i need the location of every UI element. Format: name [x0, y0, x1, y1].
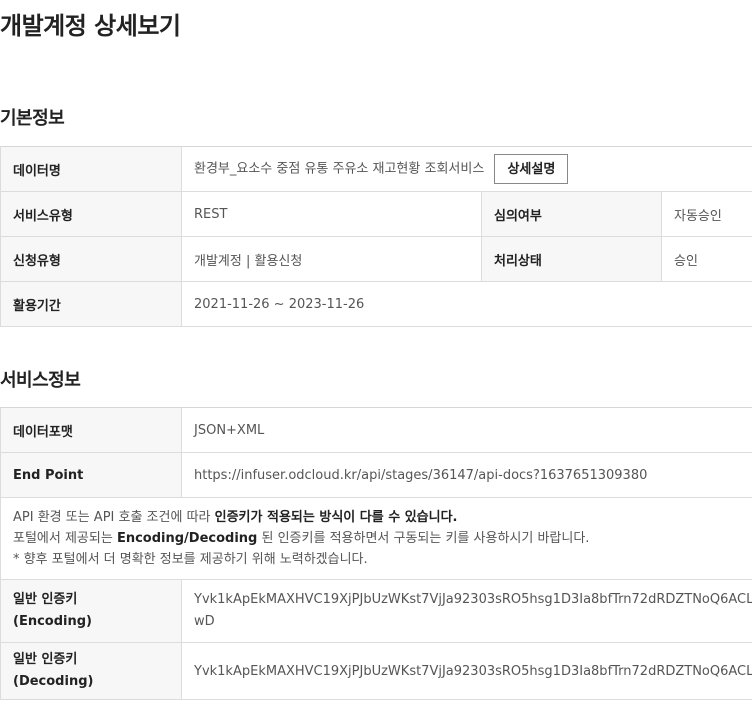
data-name-cell: 환경부_요소수 중점 유통 주유소 재고현황 조회서비스 상세설명 — [180, 146, 752, 192]
format-row: 데이터포맷 JSON+XML — [0, 407, 752, 453]
notice-line-2: 포털에서 제공되는 Encoding/Decoding 된 인증키를 적용하면서… — [13, 531, 590, 546]
endpoint-value[interactable]: https://infuser.odcloud.kr/api/stages/36… — [181, 452, 752, 498]
apply-type-value: 개발계정 | 활용신청 — [181, 236, 482, 282]
notice-line-3: * 향후 포털에서 더 명확한 정보를 제공하기 위해 노력하겠습니다. — [13, 552, 368, 567]
decoding-key-label: 일반 인증키 (Decoding) — [0, 642, 182, 700]
page-title: 개발계정 상세보기 — [0, 12, 181, 40]
encoding-key-row: 일반 인증키 (Encoding) Yvk1kApEkMAXHVC19XjPJb… — [0, 579, 752, 643]
notice-row: API 환경 또는 API 호출 조건에 따라 인증키가 적용되는 방식이 다를… — [0, 497, 752, 580]
encoding-key-value[interactable]: Yvk1kApEkMAXHVC19XjPJbUzWKst7VjJa92303sR… — [181, 579, 752, 643]
endpoint-row: End Point https://infuser.odcloud.kr/api… — [0, 452, 752, 498]
data-name-row: 데이터명 환경부_요소수 중점 유통 주유소 재고현황 조회서비스 상세설명 — [0, 146, 752, 192]
service-info-title: 서비스정보 — [0, 370, 81, 391]
format-label: 데이터포맷 — [0, 407, 182, 453]
data-name-label: 데이터명 — [0, 146, 182, 192]
service-type-label: 서비스유형 — [0, 191, 182, 237]
period-value: 2021-11-26 ~ 2023-11-26 — [180, 281, 752, 327]
notice-bold-2: Encoding/Decoding — [116, 531, 258, 546]
basic-info-table: 데이터명 환경부_요소수 중점 유통 주유소 재고현황 조회서비스 상세설명 서… — [0, 146, 752, 327]
apply-type-row: 신청유형 개발계정 | 활용신청 처리상태 승인 — [0, 236, 752, 282]
basic-info-title: 기본정보 — [0, 108, 65, 129]
status-label: 처리상태 — [481, 236, 662, 282]
period-label: 활용기간 — [0, 281, 182, 327]
notice-bold-1: 인증키가 적용되는 방식이 다를 수 있습니다. — [214, 510, 458, 525]
encoding-key-label: 일반 인증키 (Encoding) — [0, 579, 182, 643]
review-value: 자동승인 — [660, 191, 752, 237]
endpoint-label: End Point — [0, 452, 182, 498]
status-value: 승인 — [660, 236, 752, 282]
service-type-row: 서비스유형 REST 심의여부 자동승인 — [0, 191, 752, 237]
service-info-table: 데이터포맷 JSON+XML End Point https://infuser… — [0, 407, 752, 700]
format-value: JSON+XML — [181, 407, 752, 453]
decoding-key-value[interactable]: Yvk1kApEkMAXHVC19XjPJbUzWKst7VjJa92303sR… — [181, 642, 752, 700]
service-type-value: REST — [181, 191, 482, 237]
apply-type-label: 신청유형 — [0, 236, 182, 282]
auth-key-notice: API 환경 또는 API 호출 조건에 따라 인증키가 적용되는 방식이 다를… — [0, 497, 752, 580]
period-row: 활용기간 2021-11-26 ~ 2023-11-26 — [0, 281, 752, 327]
decoding-key-row: 일반 인증키 (Decoding) Yvk1kApEkMAXHVC19XjPJb… — [0, 642, 752, 700]
notice-line-1: API 환경 또는 API 호출 조건에 따라 인증키가 적용되는 방식이 다를… — [13, 510, 458, 525]
review-label: 심의여부 — [481, 191, 662, 237]
detail-description-button[interactable]: 상세설명 — [494, 154, 569, 184]
data-name-value: 환경부_요소수 중점 유통 주유소 재고현황 조회서비스 — [194, 161, 485, 177]
